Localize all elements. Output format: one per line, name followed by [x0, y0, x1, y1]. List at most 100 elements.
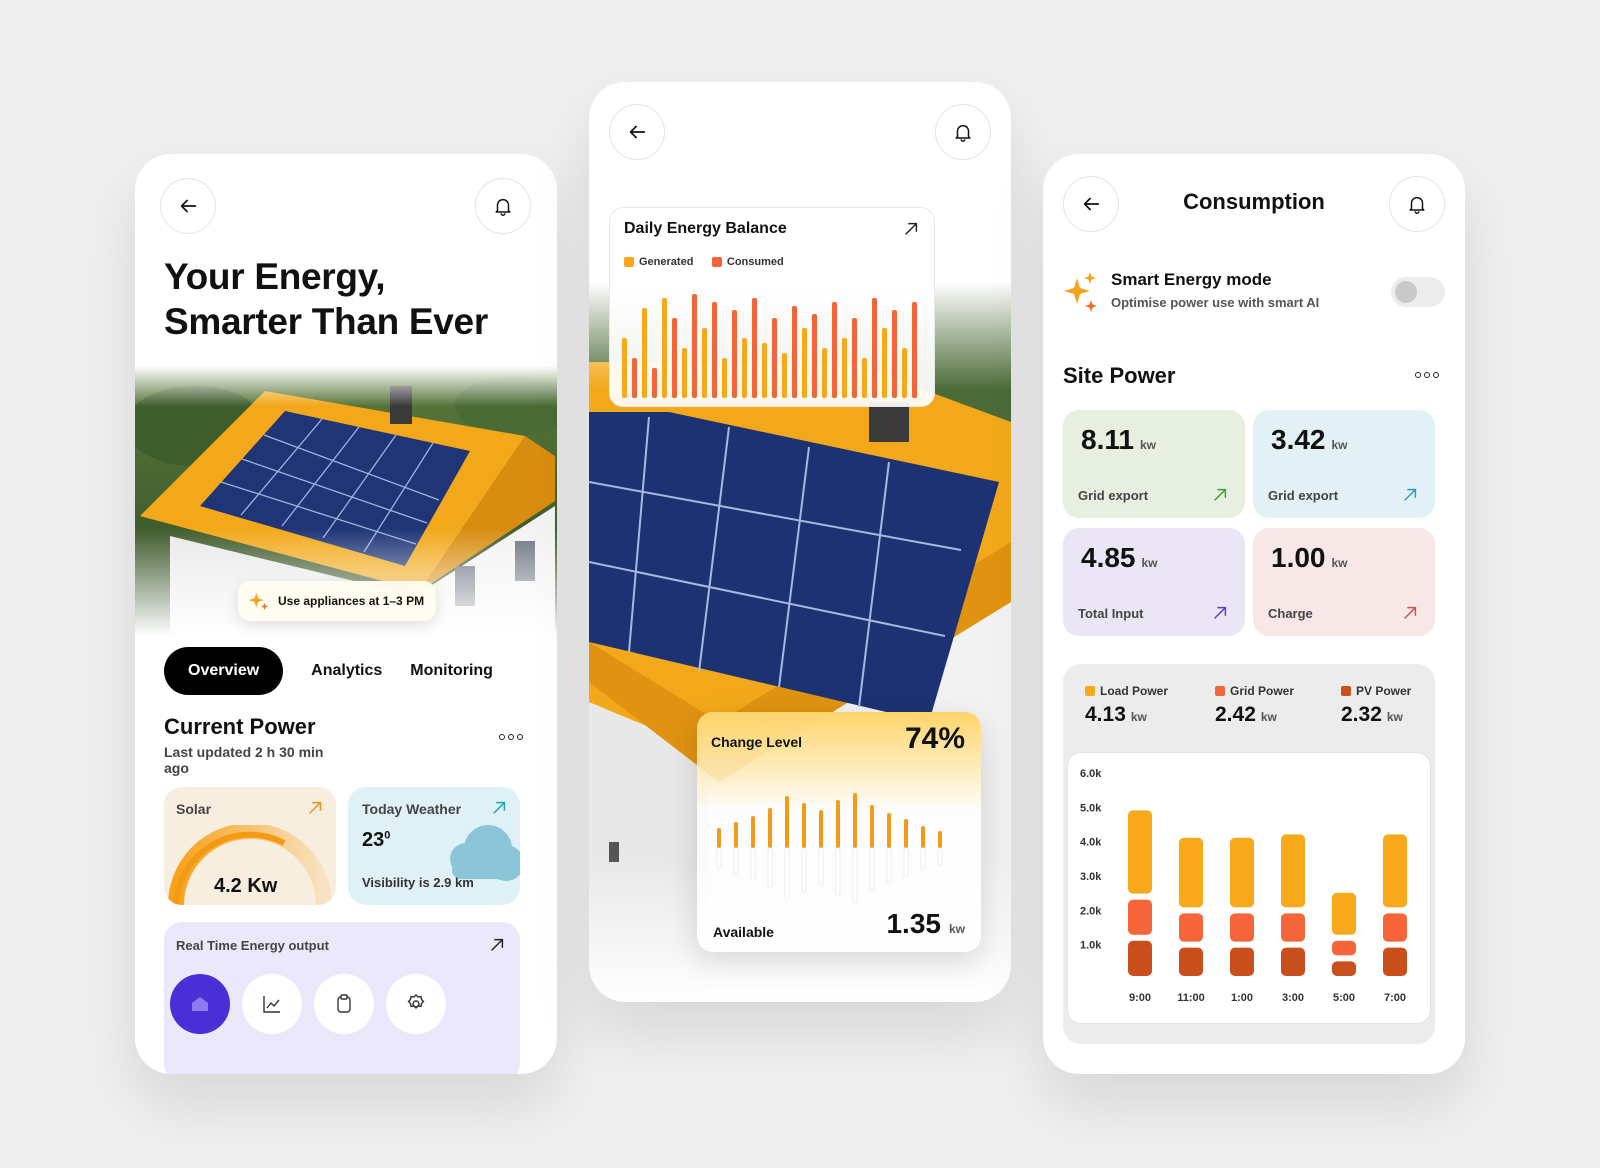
last-updated-text: Last updated 2 h 30 min ago	[164, 744, 324, 776]
appliance-hint: Use appliances at 1–3 PM	[238, 581, 437, 621]
bottom-nav	[170, 974, 446, 1034]
bar-pv-power	[1230, 947, 1254, 976]
nav-reports[interactable]	[314, 974, 374, 1034]
y-tick-label: 3.0k	[1080, 871, 1102, 883]
balance-bar	[882, 328, 887, 398]
bar-grid-power	[1332, 940, 1356, 956]
change-level-bars	[716, 793, 943, 904]
bell-icon	[495, 198, 511, 216]
bar-pv-power	[1179, 947, 1203, 976]
notification-button[interactable]	[475, 178, 531, 234]
change-bar-bottom	[920, 847, 926, 871]
balance-bar	[802, 328, 807, 398]
balance-legend: Generated Consumed	[624, 254, 798, 272]
nav-home[interactable]	[170, 974, 230, 1034]
bar-pv-power	[1281, 947, 1305, 976]
legend-load-power: Load Power 4.13 kw	[1085, 684, 1169, 726]
energy-balance-screen: Daily Energy Balance Generated Consumed …	[589, 82, 1011, 1002]
smart-mode-toggle[interactable]	[1391, 277, 1445, 307]
sparkle-icon	[1064, 272, 1097, 312]
notification-button[interactable]	[935, 104, 991, 160]
bar-grid-power	[1179, 913, 1203, 942]
change-bar-bottom	[767, 847, 773, 889]
metric-card-grid-export[interactable]: 8.11 kw Grid export	[1063, 410, 1245, 518]
balance-bar	[642, 308, 647, 398]
change-bar-bottom	[716, 847, 722, 869]
bar-grid-power	[1128, 899, 1152, 935]
change-level-card[interactable]: Change Level 74% Available 1.35 kw	[697, 712, 981, 952]
nav-settings[interactable]	[386, 974, 446, 1034]
solar-value: 4.2 Kw	[214, 875, 278, 897]
legend-grid-power: Grid Power 2.42 kw	[1215, 684, 1295, 726]
available-label: Available	[713, 924, 774, 940]
bell-icon	[1409, 196, 1425, 214]
consumption-screen: Consumption Smart Energy mode Optimise p…	[1043, 154, 1465, 1074]
back-button[interactable]	[160, 178, 216, 234]
change-bar-bottom	[903, 847, 909, 878]
change-bar-top	[717, 828, 721, 848]
balance-bar	[732, 310, 737, 398]
daily-balance-card[interactable]: Daily Energy Balance Generated Consumed	[609, 207, 935, 407]
x-tick-label: 1:00	[1231, 992, 1253, 1004]
bar-pv-power	[1128, 940, 1152, 976]
legend-pv-power: PV Power 2.32 kw	[1341, 684, 1412, 726]
tab-monitoring[interactable]: Monitoring	[410, 662, 493, 680]
solar-card[interactable]: Solar 4.2 Kw	[164, 787, 336, 905]
smart-mode-subtitle: Optimise power use with smart AI	[1111, 295, 1320, 310]
balance-bar	[912, 302, 917, 398]
y-tick-label: 5.0k	[1080, 802, 1102, 814]
change-bar-bottom	[784, 847, 790, 901]
arrow-up-right-icon	[1404, 488, 1417, 501]
balance-bar	[862, 358, 867, 398]
more-options-icon[interactable]	[1415, 372, 1439, 378]
arrow-left-icon	[629, 125, 646, 139]
back-button[interactable]	[609, 104, 665, 160]
clipboard-icon	[337, 994, 351, 1013]
bar-load-power	[1383, 834, 1407, 908]
site-power-chart-box: Load Power 4.13 kw Grid Power 2.42 kw PV P…	[1063, 664, 1435, 1044]
x-tick-label: 9:00	[1129, 992, 1151, 1004]
balance-bar	[652, 368, 657, 398]
metric-card-total-input[interactable]: 4.85 kw Total Input	[1063, 528, 1245, 636]
bar-load-power	[1179, 837, 1203, 908]
balance-bar	[832, 302, 837, 398]
balance-bar	[632, 358, 637, 398]
arrow-up-right-icon	[309, 801, 322, 814]
bar-pv-power	[1383, 947, 1407, 976]
balance-bar	[782, 353, 787, 398]
arrow-up-right-icon	[1214, 606, 1227, 619]
change-level-value: 74%	[904, 722, 965, 755]
available-value: 1.35 kw	[886, 908, 965, 939]
nav-analytics[interactable]	[242, 974, 302, 1034]
balance-bar	[842, 338, 847, 398]
balance-bar	[762, 343, 767, 398]
home-icon	[192, 997, 208, 1011]
tab-overview[interactable]: Overview	[164, 647, 284, 695]
balance-bar	[622, 338, 627, 398]
balance-bar	[902, 348, 907, 398]
balance-bar	[742, 338, 747, 398]
y-tick-label: 6.0k	[1080, 768, 1102, 780]
metric-card-grid-export-2[interactable]: 3.42 kw Grid export	[1253, 410, 1435, 518]
change-bar-top	[768, 808, 772, 848]
tab-analytics[interactable]: Analytics	[311, 662, 382, 680]
gear-icon	[407, 994, 425, 1009]
bar-load-power	[1128, 810, 1152, 894]
change-bar-bottom	[937, 847, 943, 866]
balance-bar	[692, 294, 697, 398]
change-bar-top	[836, 800, 840, 848]
overview-screen: Your Energy, Smarter Than Ever Use appli…	[135, 154, 557, 1074]
change-bar-top	[853, 793, 857, 848]
change-bar-top	[887, 813, 891, 848]
notification-button[interactable]	[1389, 176, 1445, 232]
balance-bar	[702, 328, 707, 398]
metric-card-charge[interactable]: 1.00 kw Charge	[1253, 528, 1435, 636]
more-options-icon[interactable]	[499, 734, 523, 740]
y-tick-label: 4.0k	[1080, 837, 1102, 849]
change-bar-top	[938, 831, 942, 848]
temperature: 230	[362, 829, 391, 851]
arrow-up-right-icon	[1214, 488, 1227, 501]
balance-bar	[662, 298, 667, 398]
balance-bar	[672, 318, 677, 398]
weather-card[interactable]: Today Weather 230 Visibility is 2.9 km	[348, 787, 520, 905]
